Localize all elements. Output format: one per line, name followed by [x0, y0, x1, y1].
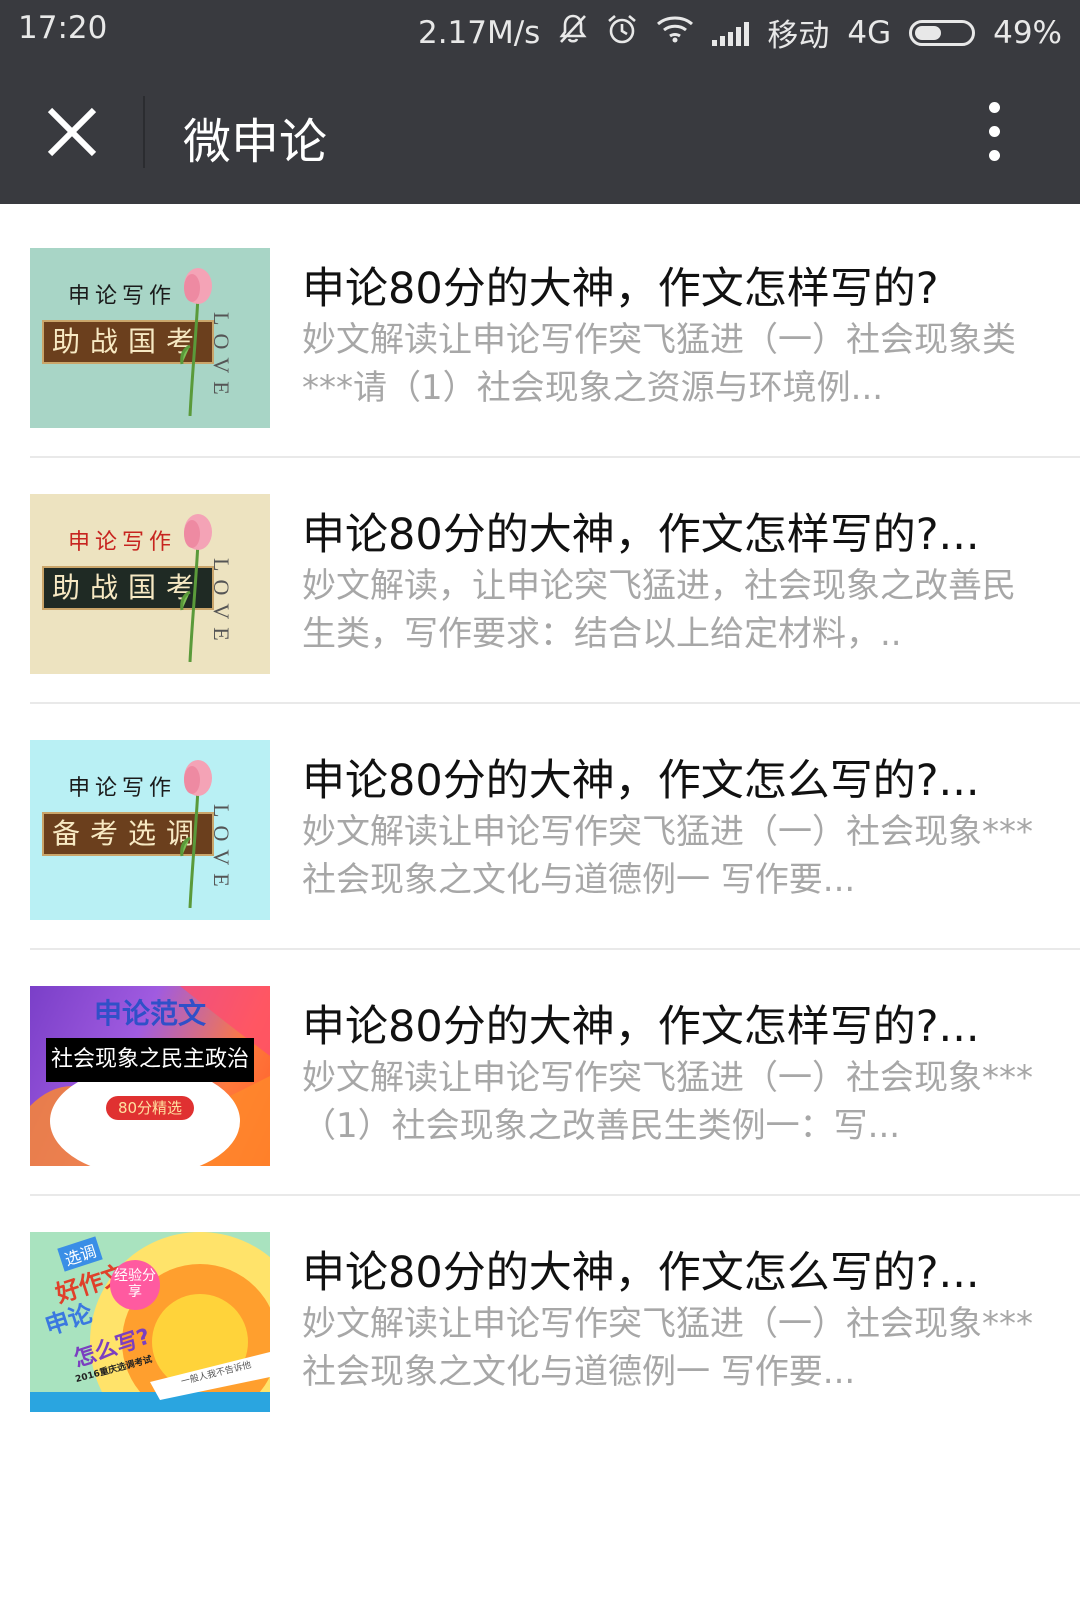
article-title: 申论80分的大神，作文怎样写的?...	[302, 510, 980, 560]
article-thumbnail: 选调 好作文 申论 怎么写? 经验分享 2016重庆选调考试 一般人我不告诉他	[30, 1232, 270, 1412]
battery-icon	[909, 19, 976, 46]
carrier-label: 移动	[767, 18, 830, 54]
article-desc: 妙文解读让申论写作突飞猛进（一）社会现象类***请（1）社会现象之资源与环境例.…	[302, 320, 1016, 408]
signal-icon	[712, 20, 750, 46]
close-icon	[47, 107, 97, 157]
status-right: 2.17M/s 移动 4G 49%	[418, 10, 1062, 55]
page-title: 微申论	[183, 114, 328, 170]
article-item[interactable]: 选调 好作文 申论 怎么写? 经验分享 2016重庆选调考试 一般人我不告诉他 …	[0, 1188, 1080, 1442]
thumb-small-text: 申论写作	[68, 284, 177, 309]
more-vertical-icon	[989, 102, 1000, 113]
article-item[interactable]: 申论写作 备考选调 LOVE 申论80分的大神，作文怎么写的?... 妙文解读让…	[0, 696, 1080, 950]
mute-icon	[558, 13, 588, 53]
alarm-icon	[606, 13, 638, 53]
article-desc: 妙文解读让申论写作突飞猛进（一）社会现象***（1）社会现象之改善民生类例一：写…	[302, 1058, 1033, 1146]
status-time: 17:20	[18, 10, 108, 46]
article-title: 申论80分的大神，作文怎么写的?...	[302, 756, 980, 806]
article-thumbnail: 申论写作 备考选调 LOVE	[30, 740, 270, 920]
thumb-badge: 80分精选	[106, 1096, 194, 1120]
thumb-love-word: LOVE	[209, 312, 234, 403]
close-button[interactable]	[40, 100, 104, 164]
article-item[interactable]: 申论写作 助战国考 LOVE 申论80分的大神，作文怎样写的? 妙文解读让申论写…	[0, 204, 1080, 458]
wifi-icon	[656, 15, 694, 51]
article-title: 申论80分的大神，作文怎样写的?	[302, 264, 939, 314]
article-item[interactable]: 申论写作 助战国考 LOVE 申论80分的大神，作文怎样写的?... 妙文解读，…	[0, 450, 1080, 704]
article-item[interactable]: 申论范文 社会现象之民主政治 80分精选 申论80分的大神，作文怎样写的?...…	[0, 942, 1080, 1196]
article-thumbnail: 申论写作 助战国考 LOVE	[30, 494, 270, 674]
thumb-small-text: 申论写作	[68, 776, 177, 801]
article-desc: 妙文解读让申论写作突飞猛进（一）社会现象***社会现象之文化与道德例一 写作要.…	[302, 812, 1033, 900]
app-bar: 微申论	[0, 60, 1080, 204]
network-type: 4G	[847, 14, 892, 51]
more-button[interactable]	[970, 100, 1020, 166]
article-thumbnail: 申论写作 助战国考 LOVE	[30, 248, 270, 428]
app-bar-divider	[143, 96, 145, 168]
thumb-bubble: 经验分享	[110, 1260, 160, 1310]
thumb-love-word: LOVE	[209, 558, 234, 649]
article-thumbnail: 申论范文 社会现象之民主政治 80分精选	[30, 986, 270, 1166]
article-desc: 妙文解读让申论写作突飞猛进（一）社会现象***社会现象之文化与道德例一 写作要.…	[302, 1304, 1033, 1392]
thumb-small-text: 申论写作	[68, 530, 177, 555]
battery-percent: 49%	[993, 14, 1062, 51]
thumb-heading: 申论范文	[93, 997, 206, 1030]
status-bar: 17:20 2.17M/s 移动 4G 49%	[0, 0, 1080, 60]
network-speed: 2.17M/s	[417, 14, 541, 51]
article-title: 申论80分的大神，作文怎样写的?...	[302, 1002, 980, 1052]
thumb-banner: 社会现象之民主政治	[46, 1038, 254, 1082]
article-desc: 妙文解读，让申论突飞猛进，社会现象之改善民生类，写作要求：结合以上给定材料，..	[302, 566, 1016, 654]
thumb-love-word: LOVE	[209, 804, 234, 895]
article-title: 申论80分的大神，作文怎么写的?...	[302, 1248, 980, 1298]
